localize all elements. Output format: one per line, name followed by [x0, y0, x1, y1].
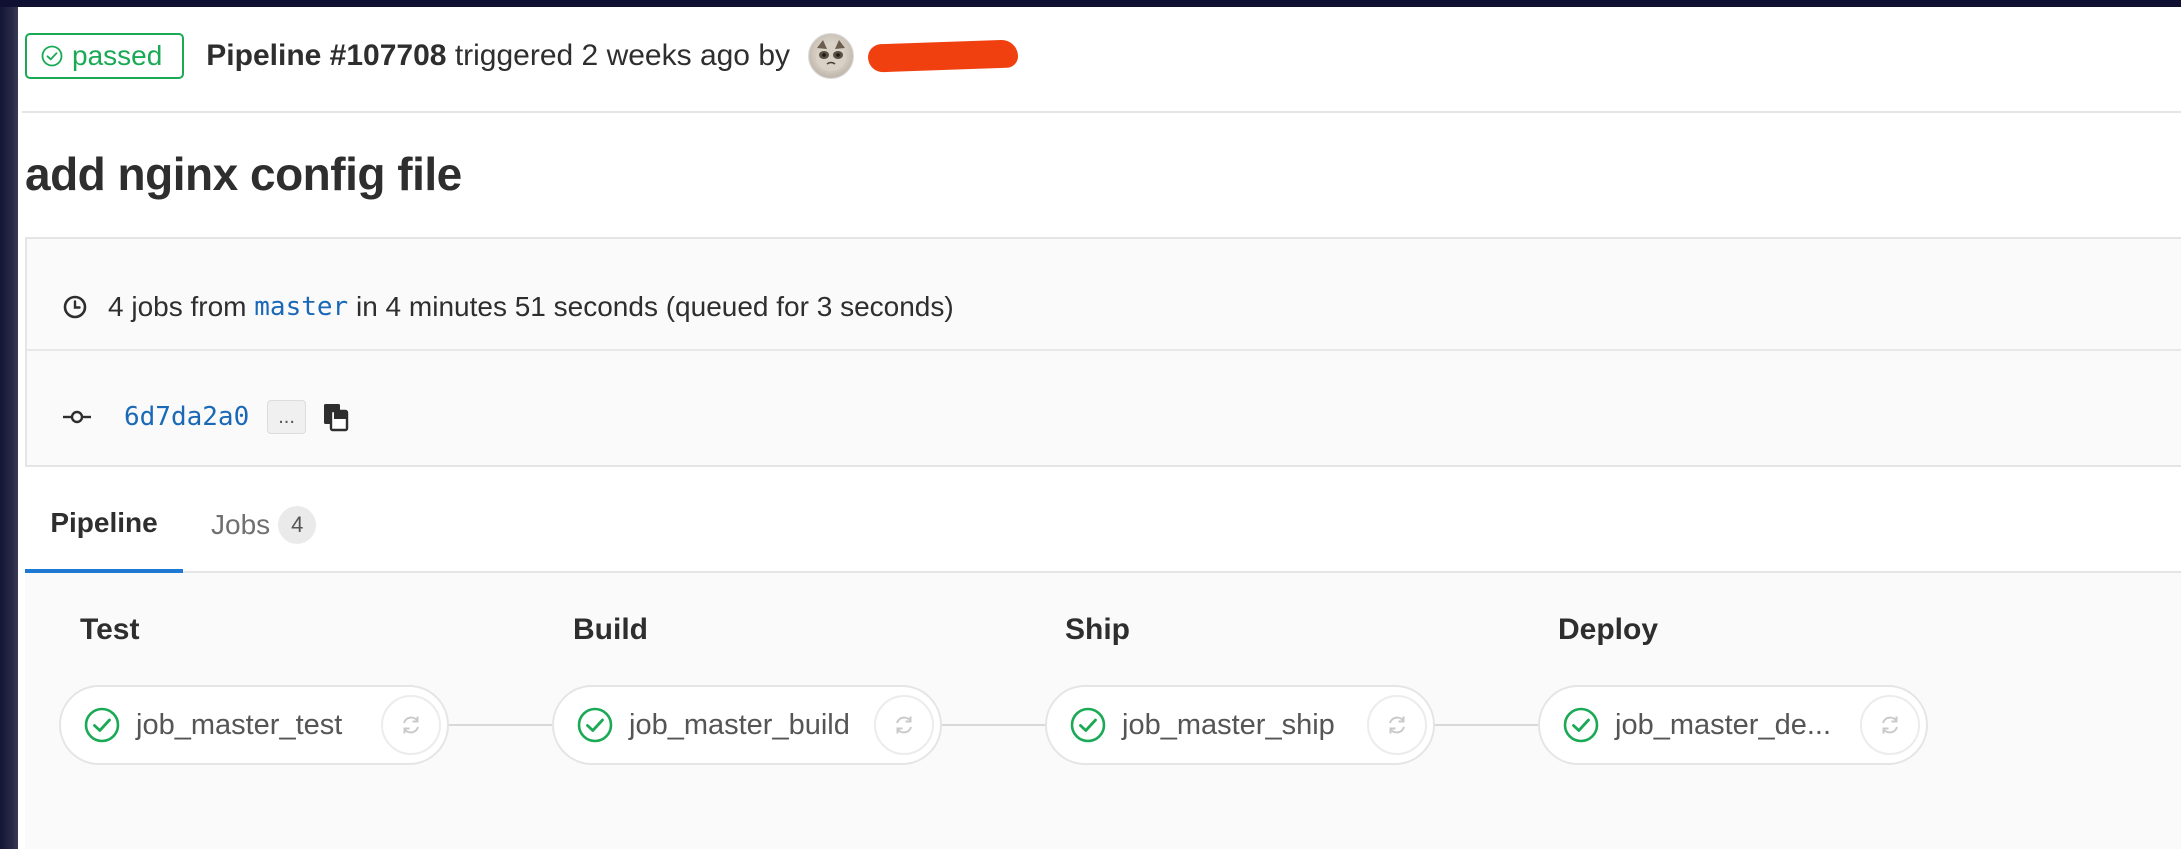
check-circle-icon — [577, 707, 613, 743]
job-master-test[interactable]: job_master_test — [59, 685, 449, 765]
job-name: job_master_de... — [1615, 708, 1832, 741]
screen-bezel — [0, 7, 18, 849]
clipboard-icon[interactable] — [322, 402, 350, 432]
stage-connector — [447, 724, 555, 726]
retry-button[interactable] — [1367, 695, 1427, 755]
avatar-image — [816, 40, 847, 71]
commit-title: add nginx config file — [25, 148, 462, 200]
check-circle-icon — [1563, 707, 1599, 743]
header-divider — [22, 111, 2181, 113]
status-label: passed — [72, 40, 163, 71]
tab-pipeline-label: Pipeline — [50, 507, 158, 538]
triggered-text: triggered 2 weeks ago by — [454, 39, 791, 72]
avatar[interactable] — [808, 33, 855, 79]
jobs-prefix: 4 jobs from — [108, 291, 247, 322]
retry-icon — [1882, 716, 1898, 734]
branch-link[interactable]: master — [254, 292, 348, 322]
commit-icon — [63, 410, 91, 424]
stage-title-test: Test — [80, 613, 140, 646]
duration-text: in 4 minutes 51 seconds (queued for 3 se… — [355, 291, 954, 322]
pipeline-trigger-info: Pipeline #107708 triggered 2 weeks ago b… — [206, 39, 790, 73]
jobs-summary: 4 jobs from master in 4 minutes 51 secon… — [27, 279, 2181, 335]
check-circle-icon — [1070, 707, 1106, 743]
jobs-count-badge: 4 — [278, 506, 317, 544]
stage-connector — [1433, 724, 1541, 726]
commit-sha-link[interactable]: 6d7da2a0 — [124, 402, 249, 432]
job-name: job_master_ship — [1122, 708, 1335, 741]
retry-icon — [403, 716, 419, 734]
expand-commit-button[interactable]: ... — [267, 400, 306, 434]
job-name: job_master_test — [136, 708, 343, 741]
pipeline-header: passed Pipeline #107708 triggered 2 week… — [22, 21, 2172, 91]
tab-jobs-label: Jobs — [211, 509, 271, 540]
stage-title-ship: Ship — [1065, 613, 1130, 646]
retry-button[interactable] — [381, 695, 441, 755]
retry-button[interactable] — [1860, 695, 1920, 755]
status-badge[interactable]: passed — [25, 33, 185, 79]
stage-connector — [940, 724, 1048, 726]
stage-title-build: Build — [573, 613, 648, 646]
clock-icon — [63, 295, 87, 319]
stage-title-deploy: Deploy — [1558, 613, 1659, 646]
pipeline-tabs: Pipeline Jobs 4 — [25, 477, 2181, 573]
pipeline-page: passed Pipeline #107708 triggered 2 week… — [0, 0, 2181, 849]
job-master-deploy[interactable]: job_master_de... — [1538, 685, 1928, 765]
check-circle-icon — [41, 45, 63, 67]
tab-jobs[interactable]: Jobs 4 — [211, 477, 317, 573]
info-divider — [27, 349, 2181, 351]
tab-pipeline[interactable]: Pipeline — [25, 477, 183, 573]
retry-button[interactable] — [874, 695, 934, 755]
job-name: job_master_build — [629, 708, 850, 741]
pipeline-info-box: 4 jobs from master in 4 minutes 51 secon… — [25, 237, 2181, 467]
commit-row: 6d7da2a0 ... — [27, 389, 2181, 445]
job-master-build[interactable]: job_master_build — [552, 685, 942, 765]
retry-icon — [896, 716, 912, 734]
job-master-ship[interactable]: job_master_ship — [1045, 685, 1435, 765]
retry-icon — [1389, 716, 1405, 734]
pipeline-id: Pipeline #107708 — [206, 39, 447, 72]
redacted-username — [867, 39, 1019, 73]
check-circle-icon — [84, 707, 120, 743]
pipeline-graph: Test Build Ship Deploy job_master_test j… — [25, 573, 2181, 849]
